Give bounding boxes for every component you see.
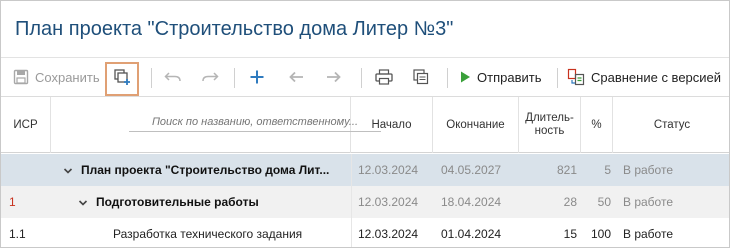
column-header-isr[interactable]: ИСР xyxy=(1,97,51,153)
table-header: ИСР Начало Окончание Длитель- ность % Ст… xyxy=(1,97,729,153)
row-status: В работе xyxy=(623,163,674,177)
row-status: В работе xyxy=(623,195,674,209)
column-divider xyxy=(351,154,352,186)
arrow-left-icon xyxy=(288,70,304,84)
row-duration: 15 xyxy=(563,227,577,241)
row-duration: 821 xyxy=(556,163,577,177)
row-start: 12.03.2024 xyxy=(358,163,419,177)
row-isr: 1.1 xyxy=(9,227,26,241)
copy-button[interactable] xyxy=(412,58,430,96)
row-percent: 50 xyxy=(597,195,611,209)
play-icon xyxy=(459,70,471,84)
column-header-name xyxy=(51,97,381,153)
copy-icon xyxy=(412,69,430,85)
undo-icon xyxy=(164,70,182,84)
column-header-percent[interactable]: % xyxy=(581,97,613,153)
row-start: 12.03.2024 xyxy=(358,195,419,209)
toolbar-separator xyxy=(234,68,235,88)
column-header-end[interactable]: Окончание xyxy=(433,97,519,153)
toolbar-separator xyxy=(557,68,558,88)
column-header-percent-label: % xyxy=(591,118,602,131)
column-header-isr-label: ИСР xyxy=(13,118,38,131)
column-header-status-label: Статус xyxy=(653,118,691,131)
column-divider xyxy=(351,186,352,218)
toolbar: Сохранить Отправить Сравнение с версией xyxy=(1,57,729,97)
print-icon xyxy=(375,69,393,85)
search-input[interactable] xyxy=(129,116,381,132)
send-button[interactable]: Отправить xyxy=(459,58,541,96)
column-header-end-label: Окончание xyxy=(446,118,505,131)
send-label: Отправить xyxy=(477,69,542,85)
row-start: 12.03.2024 xyxy=(358,227,419,241)
chevron-down-icon[interactable] xyxy=(78,197,88,211)
column-header-start[interactable]: Начало xyxy=(351,97,433,153)
row-duration: 28 xyxy=(563,195,577,209)
column-header-duration[interactable]: Длитель- ность xyxy=(519,97,581,153)
table-row[interactable]: План проекта "Строительство дома Лит... … xyxy=(1,154,729,186)
row-percent: 5 xyxy=(604,163,611,177)
table-row[interactable]: 1.1 Разработка технического задания 12.0… xyxy=(1,218,729,247)
row-name: Подготовительные работы xyxy=(96,195,259,209)
row-name: Разработка технического задания xyxy=(113,227,303,241)
save-icon xyxy=(13,69,29,85)
compare-version-label: Сравнение с версией xyxy=(591,69,722,85)
page-title: План проекта "Строительство дома Литер №… xyxy=(15,18,454,40)
redo-button[interactable] xyxy=(201,58,219,96)
indent-button[interactable] xyxy=(326,58,342,96)
save-label: Сохранить xyxy=(35,69,100,85)
column-header-duration-label: Длитель- ность xyxy=(525,112,574,137)
chevron-down-icon[interactable] xyxy=(63,165,73,179)
toolbar-separator xyxy=(447,68,448,88)
row-status: В работе xyxy=(623,227,674,241)
row-end: 04.05.2027 xyxy=(441,163,502,177)
arrow-right-icon xyxy=(326,70,342,84)
column-divider xyxy=(351,218,352,247)
copy-add-icon xyxy=(113,68,131,91)
project-plan-window: План проекта "Строительство дома Литер №… xyxy=(0,0,730,248)
row-isr: 1 xyxy=(9,195,16,209)
table-row[interactable]: 1 Подготовительные работы 12.03.2024 18.… xyxy=(1,186,729,218)
row-end: 01.04.2024 xyxy=(441,227,502,241)
toolbar-separator xyxy=(151,68,152,88)
row-percent: 100 xyxy=(590,227,611,241)
redo-icon xyxy=(201,70,219,84)
compare-icon xyxy=(567,68,585,86)
row-end: 18.04.2024 xyxy=(441,195,502,209)
copy-add-button[interactable] xyxy=(105,62,139,96)
add-button[interactable] xyxy=(249,58,265,96)
compare-version-button[interactable]: Сравнение с версией xyxy=(567,58,721,96)
save-button[interactable]: Сохранить xyxy=(13,58,100,96)
row-name: План проекта "Строительство дома Лит... xyxy=(81,163,330,177)
column-header-status[interactable]: Статус xyxy=(613,97,729,153)
add-icon xyxy=(249,69,265,85)
outdent-button[interactable] xyxy=(288,58,304,96)
row-isr xyxy=(9,154,49,186)
undo-button[interactable] xyxy=(164,58,182,96)
toolbar-separator xyxy=(361,68,362,88)
print-button[interactable] xyxy=(375,58,393,96)
column-header-start-label: Начало xyxy=(371,118,412,131)
